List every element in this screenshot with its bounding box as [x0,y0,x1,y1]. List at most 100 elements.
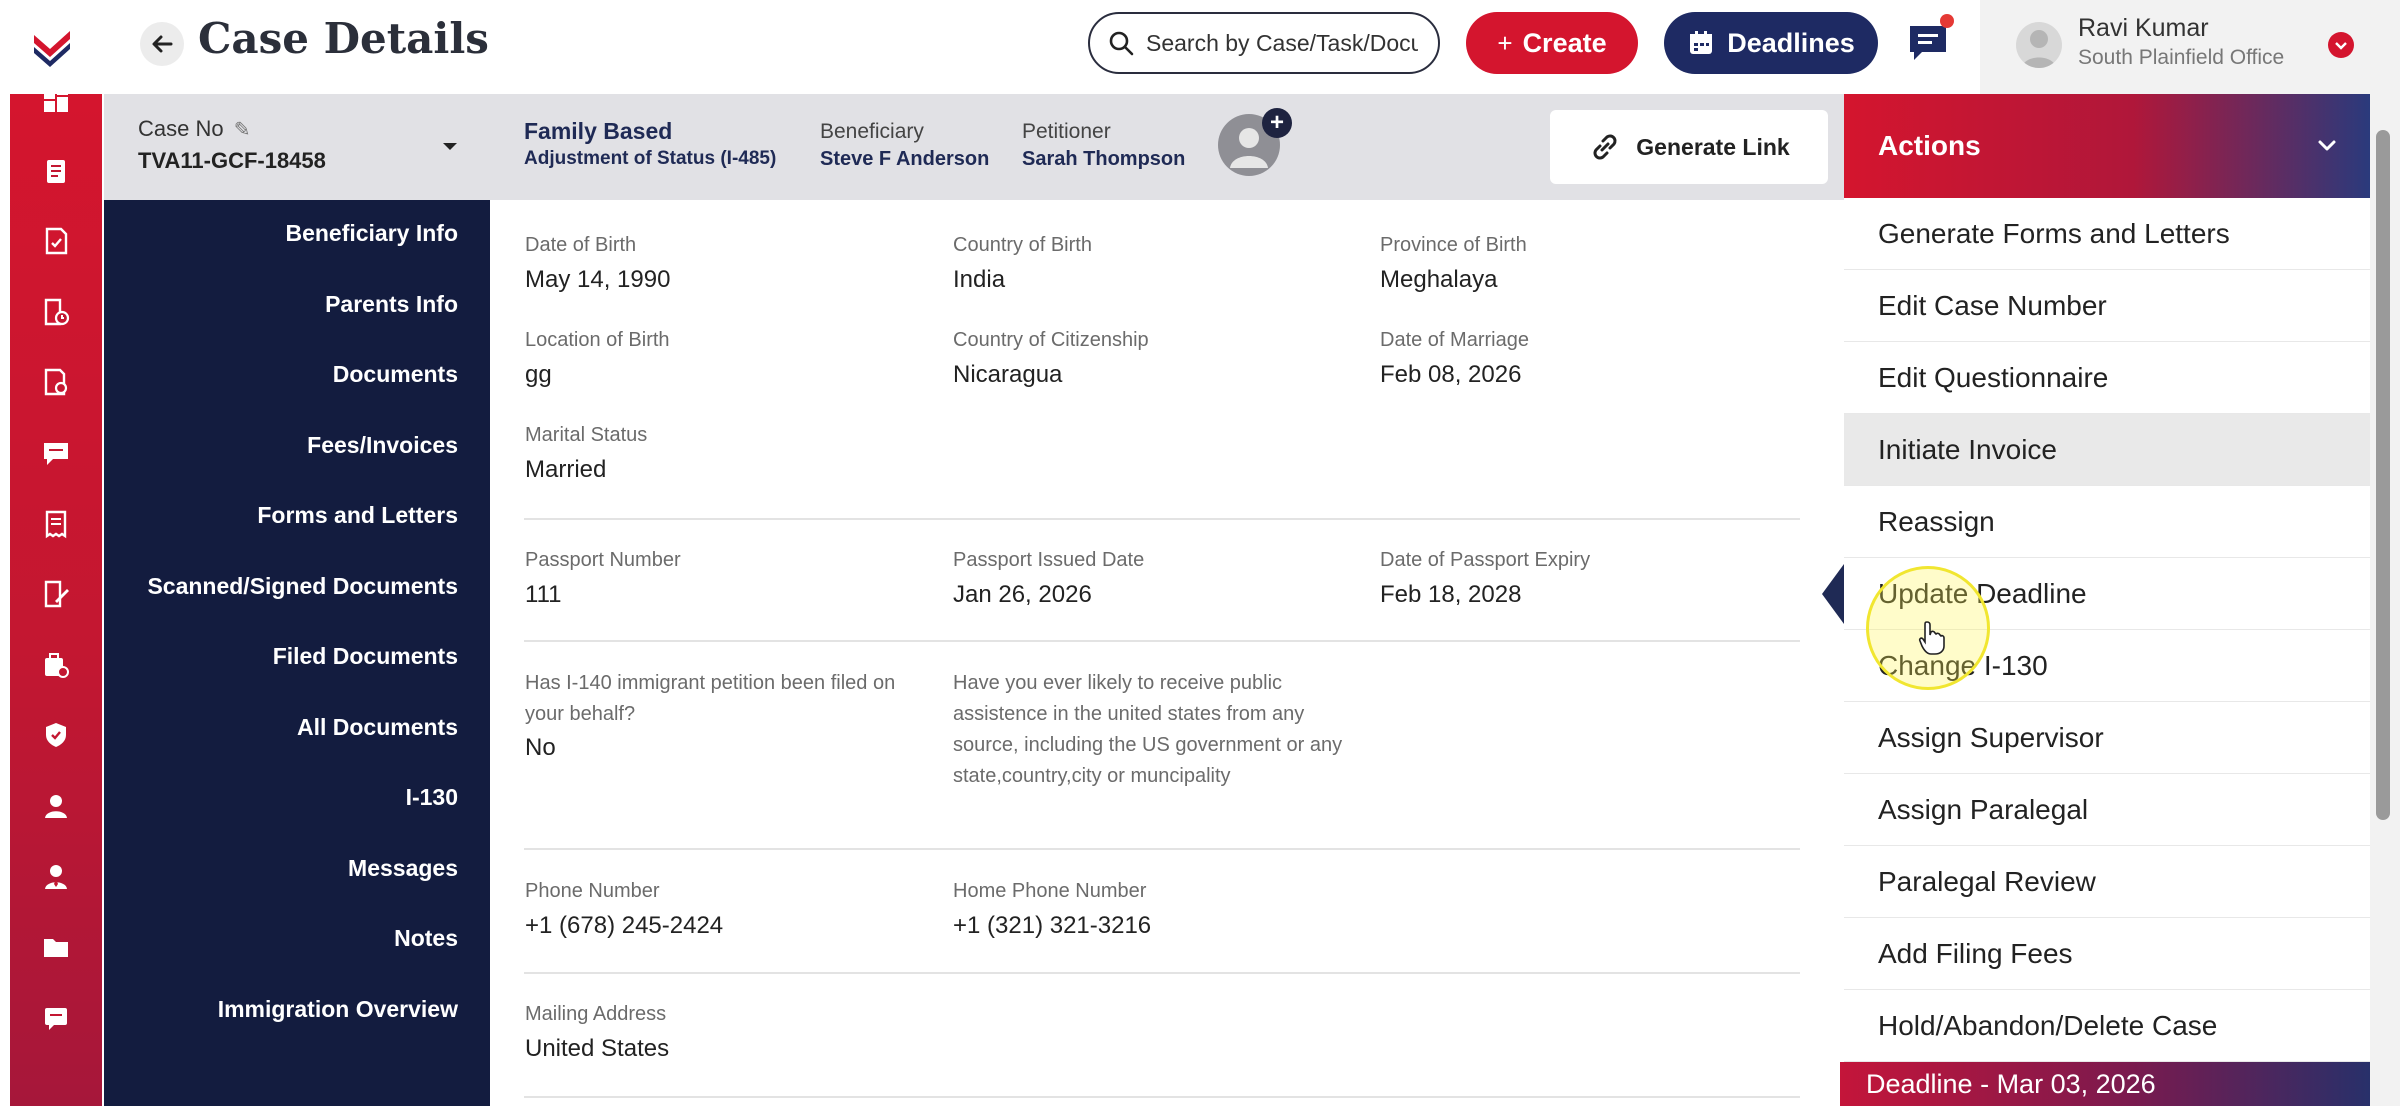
pencil-icon[interactable]: ✎ [234,119,251,141]
action-item[interactable]: Change I-130 [1844,630,2370,702]
action-item[interactable]: Reassign [1844,486,2370,558]
create-label: Create [1522,27,1607,58]
section-nav-item[interactable]: Beneficiary Info [285,220,458,247]
case-subtype: Adjustment of Status (I-485) [524,148,777,169]
section-nav-item[interactable]: Fees/Invoices [307,432,458,459]
document-check-icon [45,227,68,255]
field-label: Mailing Address [525,1003,667,1025]
deadline-banner: Deadline - Mar 03, 2026 [1840,1062,2370,1106]
rail-document-gear-button[interactable] [10,352,102,412]
messages-button[interactable] [1900,14,1956,70]
add-party-button[interactable]: + [1262,108,1292,138]
folder-icon [44,939,68,958]
rail-file-clock-button[interactable] [10,282,102,342]
field-value: Feb 18, 2028 [1380,581,1522,608]
action-item[interactable]: Edit Case Number [1844,270,2370,342]
action-item[interactable]: Add Filing Fees [1844,918,2370,990]
action-item[interactable]: Paralegal Review [1844,846,2370,918]
field-value: Meghalaya [1380,266,1498,293]
field-value: gg [525,361,552,388]
rail-folder-button[interactable] [10,917,102,977]
search-icon [1109,31,1134,56]
generate-link-label: Generate Link [1636,133,1790,160]
icon-rail [10,88,102,1106]
beneficiary-info-panel: Date of Birth May 14, 1990 Country of Bi… [490,200,1846,1106]
field-label: Country of Birth [953,234,1092,256]
divider [524,640,1800,642]
section-nav-item[interactable]: Messages [348,855,458,882]
field-value: United States [525,1035,670,1062]
divider [524,848,1800,850]
clipboard-icon [47,159,65,183]
section-nav-item[interactable]: Notes [394,925,458,952]
section-nav-item[interactable]: All Documents [297,714,458,741]
user-name: Ravi Kumar [2078,14,2209,42]
rail-message-square-button[interactable] [10,988,102,1048]
chat-icon [44,443,68,465]
divider [524,518,1800,520]
rail-dashboard-button[interactable] [10,70,102,130]
rail-user-tie-button[interactable] [10,847,102,907]
field-value: Nicaragua [953,361,1063,388]
section-nav-item[interactable]: Scanned/Signed Documents [147,573,458,600]
field-value: India [953,266,1006,293]
rail-user-button[interactable] [10,776,102,836]
field-label: Date of Marriage [1380,329,1529,351]
caret-down-icon[interactable] [438,134,462,158]
create-button[interactable]: + Create [1466,12,1638,74]
page-title: Case Details [198,14,489,63]
search-input[interactable] [1144,28,1420,58]
search-box[interactable] [1088,12,1440,74]
section-nav-item[interactable]: Documents [333,361,458,388]
user-office: South Plainfield Office [2078,46,2285,69]
section-nav-item[interactable]: Forms and Letters [257,502,458,529]
field-label: Province of Birth [1380,234,1527,256]
section-nav-item[interactable]: Filed Documents [273,643,458,670]
user-tie-icon [45,864,67,889]
beneficiary-name[interactable]: Steve F Anderson [820,148,989,171]
case-no-label-text: Case No [138,116,224,141]
rail-document-check-button[interactable] [10,211,102,271]
section-nav-item[interactable]: Parents Info [325,291,458,318]
deadlines-label: Deadlines [1727,27,1855,58]
actions-title: Actions [1878,130,1981,161]
action-item[interactable]: Assign Paralegal [1844,774,2370,846]
action-item[interactable]: Update Deadline [1844,558,2370,630]
rail-badge-button[interactable] [10,705,102,765]
scrollbar-thumb[interactable] [2376,130,2390,820]
generate-link-button[interactable]: Generate Link [1550,110,1828,184]
back-button[interactable] [140,22,184,66]
rail-chat-button[interactable] [10,423,102,483]
petitioner-label: Petitioner [1022,120,1111,143]
action-item[interactable]: Generate Forms and Letters [1844,198,2370,270]
rail-edit-document-button[interactable] [10,564,102,624]
divider [524,972,1800,974]
section-nav-item[interactable]: I-130 [406,784,458,811]
chevron-down-icon[interactable] [2328,32,2354,58]
section-nav-item[interactable]: Immigration Overview [218,996,458,1023]
actions-menu: Generate Forms and Letters Edit Case Numb… [1844,198,2370,1068]
panel-collapse-arrow[interactable] [1822,564,1844,624]
actions-header[interactable]: Actions [1844,94,2370,198]
rail-briefcase-doc-button[interactable] [10,635,102,695]
action-item[interactable]: Initiate Invoice [1844,414,2370,486]
field-label: Have you ever likely to receive public a… [953,672,1343,787]
action-item[interactable]: Assign Supervisor [1844,702,2370,774]
rail-clipboard-button[interactable] [10,141,102,201]
field-label: Home Phone Number [953,880,1147,902]
action-item[interactable]: Hold/Abandon/Delete Case [1844,990,2370,1062]
field-value: +1 (678) 245-2424 [525,912,724,939]
field-value: May 14, 1990 [525,266,671,293]
message-square-icon [45,1007,67,1030]
deadlines-button[interactable]: Deadlines [1664,12,1878,74]
action-item[interactable]: Edit Questionnaire [1844,342,2370,414]
petitioner-name[interactable]: Sarah Thompson [1022,148,1185,171]
field-value: No [525,734,556,761]
link-icon [1593,134,1617,160]
user-menu[interactable]: Ravi Kumar South Plainfield Office [1980,0,2400,94]
section-nav: Beneficiary Info Parents Info Documents Fee… [104,200,490,1106]
field-label: Date of Birth [525,234,637,256]
field-label: Marital Status [525,424,648,446]
case-no-label: Case No ✎ [138,116,250,142]
rail-receipt-button[interactable] [10,494,102,554]
